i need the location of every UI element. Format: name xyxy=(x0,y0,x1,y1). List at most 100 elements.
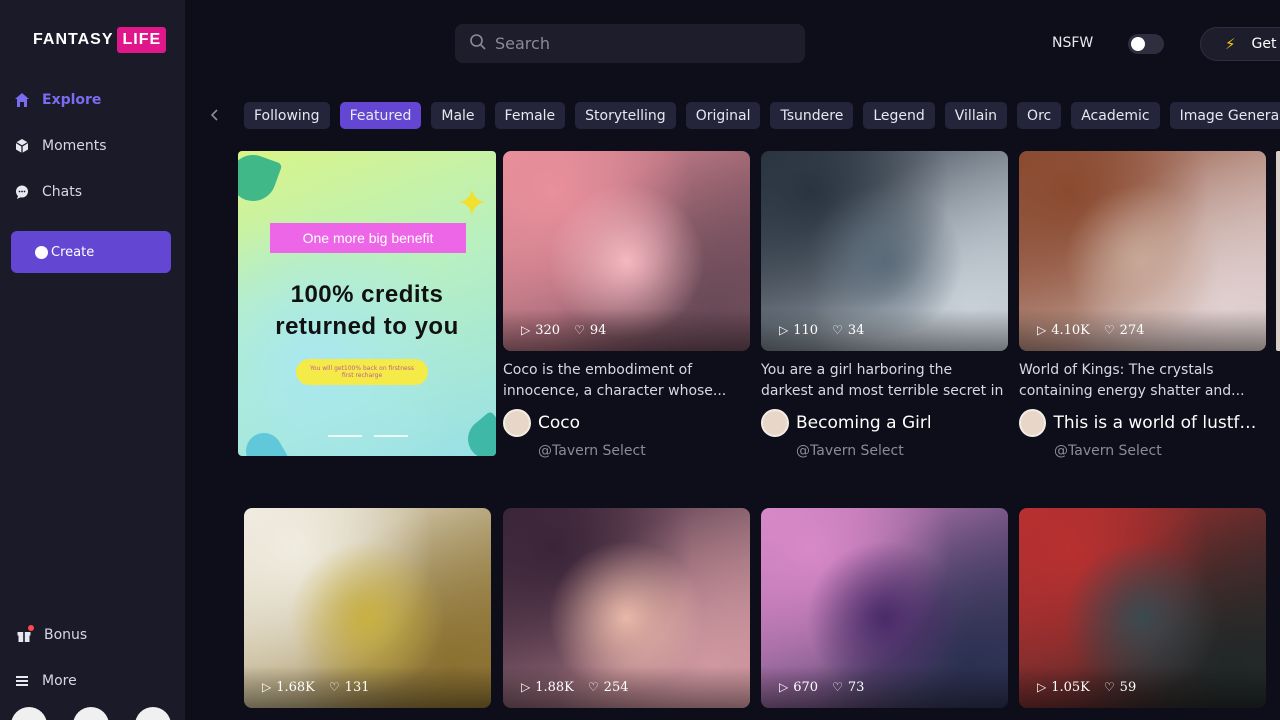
like-count: 131 xyxy=(344,679,370,695)
create-button[interactable]: Create xyxy=(11,231,171,273)
play-icon: ▷ xyxy=(1037,323,1047,337)
tab-legend[interactable]: Legend xyxy=(863,102,935,129)
play-count: 110 xyxy=(793,322,819,338)
tab-tsundere[interactable]: Tsundere xyxy=(770,102,854,129)
carousel-indicators xyxy=(328,435,408,437)
character-card[interactable]: ▷ 320 ♡ 94 Coco is the embodiment of inn… xyxy=(503,151,750,459)
sidebar-item-bonus[interactable]: Bonus xyxy=(16,621,87,649)
gift-icon xyxy=(16,625,34,643)
sidebar-item-label: Explore xyxy=(42,92,102,108)
tabs-prev-button[interactable] xyxy=(205,104,225,128)
card-author[interactable]: @Tavern Select xyxy=(1054,443,1266,459)
play-icon: ▷ xyxy=(1037,680,1047,694)
like-count: 274 xyxy=(1119,322,1145,338)
character-card[interactable]: ▷ 4.10K ♡ 274 World of Kings: The crysta… xyxy=(1019,151,1266,459)
character-image[interactable]: ▷ 1.05K ♡ 59 xyxy=(1019,508,1266,708)
character-card[interactable]: ▷ 670 ♡ 73 xyxy=(761,508,1008,708)
play-icon: ▷ xyxy=(262,680,272,694)
character-image[interactable]: ▷ 1.88K ♡ 254 xyxy=(503,508,750,708)
tab-academic[interactable]: Academic xyxy=(1071,102,1160,129)
like-count: 254 xyxy=(603,679,629,695)
search-bar[interactable] xyxy=(455,24,805,63)
menu-icon xyxy=(14,673,30,689)
sidebar-item-label: Moments xyxy=(42,138,107,154)
like-count: 73 xyxy=(847,679,865,695)
play-icon: ▷ xyxy=(521,680,531,694)
get-button[interactable]: ⚡ Get xyxy=(1200,27,1280,61)
heart-icon: ♡ xyxy=(574,323,585,337)
character-image[interactable]: ▷ 110 ♡ 34 xyxy=(761,151,1008,351)
character-image[interactable]: ▷ 1.68K ♡ 131 xyxy=(244,508,491,708)
card-stats: ▷ 1.68K ♡ 131 xyxy=(244,666,491,708)
x-social-icon[interactable] xyxy=(11,707,47,720)
play-icon: ▷ xyxy=(779,323,789,337)
sidebar: FANTASY LIFE Explore Moments Chats Creat… xyxy=(0,0,185,720)
heart-icon: ♡ xyxy=(328,680,340,694)
heart-icon: ♡ xyxy=(1103,680,1115,694)
card-stats: ▷ 1.88K ♡ 254 xyxy=(503,666,750,708)
card-stats: ▷ 110 ♡ 34 xyxy=(761,309,1008,351)
tab-storytelling[interactable]: Storytelling xyxy=(575,102,676,129)
card-stats: ▷ 4.10K ♡ 274 xyxy=(1019,309,1266,351)
brand-fantasy: FANTASY xyxy=(33,31,114,48)
nsfw-label: NSFW xyxy=(1052,35,1094,51)
tab-original[interactable]: Original xyxy=(685,102,761,129)
card-author[interactable]: @Tavern Select xyxy=(796,443,1008,459)
mail-social-icon[interactable] xyxy=(135,707,171,720)
play-icon: ▷ xyxy=(779,680,789,694)
character-image[interactable]: ▷ 4.10K ♡ 274 xyxy=(1019,151,1266,351)
star-decoration: ✦ xyxy=(456,181,488,225)
create-button-label: Create xyxy=(51,244,95,260)
card-name: Becoming a Girl xyxy=(796,413,932,433)
like-count: 34 xyxy=(847,322,865,338)
play-count: 4.10K xyxy=(1051,322,1090,338)
sidebar-item-label: Chats xyxy=(42,184,83,200)
sidebar-item-more[interactable]: More xyxy=(14,667,77,695)
discord-social-icon[interactable] xyxy=(73,707,109,720)
leaf-decoration xyxy=(239,426,289,456)
sidebar-item-explore[interactable]: Explore xyxy=(14,86,101,114)
get-button-label: Get xyxy=(1251,36,1277,52)
tab-following[interactable]: Following xyxy=(244,102,330,129)
character-image[interactable]: ▷ 670 ♡ 73 xyxy=(761,508,1008,708)
play-icon: ▷ xyxy=(521,323,531,337)
sidebar-item-moments[interactable]: Moments xyxy=(14,132,107,160)
card-name: Coco xyxy=(538,413,581,433)
card-stats: ▷ 320 ♡ 94 xyxy=(503,309,750,351)
character-card[interactable]: ▷ 110 ♡ 34 You are a girl harboring the … xyxy=(761,151,1008,459)
character-image[interactable]: ▷ 320 ♡ 94 xyxy=(503,151,750,351)
character-card[interactable]: ▷ 1.68K ♡ 131 xyxy=(244,508,491,708)
tab-orc[interactable]: Orc xyxy=(1017,102,1062,129)
leaf-decoration xyxy=(459,410,496,456)
play-count: 1.68K xyxy=(276,679,315,695)
sidebar-item-chats[interactable]: Chats xyxy=(14,178,82,206)
avatar xyxy=(761,409,789,437)
card-name: This is a world of lustful... xyxy=(1053,413,1266,433)
promo-headline: 100% credits returned to you xyxy=(238,279,496,343)
promo-banner[interactable]: ✦ One more big benefit 100% credits retu… xyxy=(238,151,496,456)
card-description: You are a girl harboring the darkest and… xyxy=(761,362,1004,399)
brand-logo[interactable]: FANTASY LIFE xyxy=(33,24,167,56)
cube-icon xyxy=(14,138,30,154)
heart-icon: ♡ xyxy=(832,323,843,337)
like-count: 59 xyxy=(1119,679,1137,695)
card-author[interactable]: @Tavern Select xyxy=(538,443,750,459)
play-count: 320 xyxy=(535,322,561,338)
search-input[interactable] xyxy=(495,34,775,53)
character-card[interactable]: ▷ 1.88K ♡ 254 xyxy=(503,508,750,708)
create-icon xyxy=(35,245,48,259)
toggle-knob xyxy=(1131,37,1145,51)
play-count: 1.88K xyxy=(535,679,574,695)
next-card-edge xyxy=(1276,151,1280,351)
card-description: World of Kings: The crystals containing … xyxy=(1019,362,1245,399)
promo-line1: 100% credits xyxy=(290,281,444,308)
play-count: 1.05K xyxy=(1051,679,1090,695)
tab-image-genera[interactable]: Image Genera xyxy=(1169,102,1280,129)
tab-female[interactable]: Female xyxy=(494,102,566,129)
character-card[interactable]: ▷ 1.05K ♡ 59 xyxy=(1019,508,1266,708)
tab-male[interactable]: Male xyxy=(431,102,485,129)
app-root: FANTASY LIFE Explore Moments Chats Creat… xyxy=(0,0,1280,720)
tab-villain[interactable]: Villain xyxy=(944,102,1008,129)
tab-featured[interactable]: Featured xyxy=(339,102,422,129)
nsfw-toggle[interactable] xyxy=(1128,34,1164,54)
